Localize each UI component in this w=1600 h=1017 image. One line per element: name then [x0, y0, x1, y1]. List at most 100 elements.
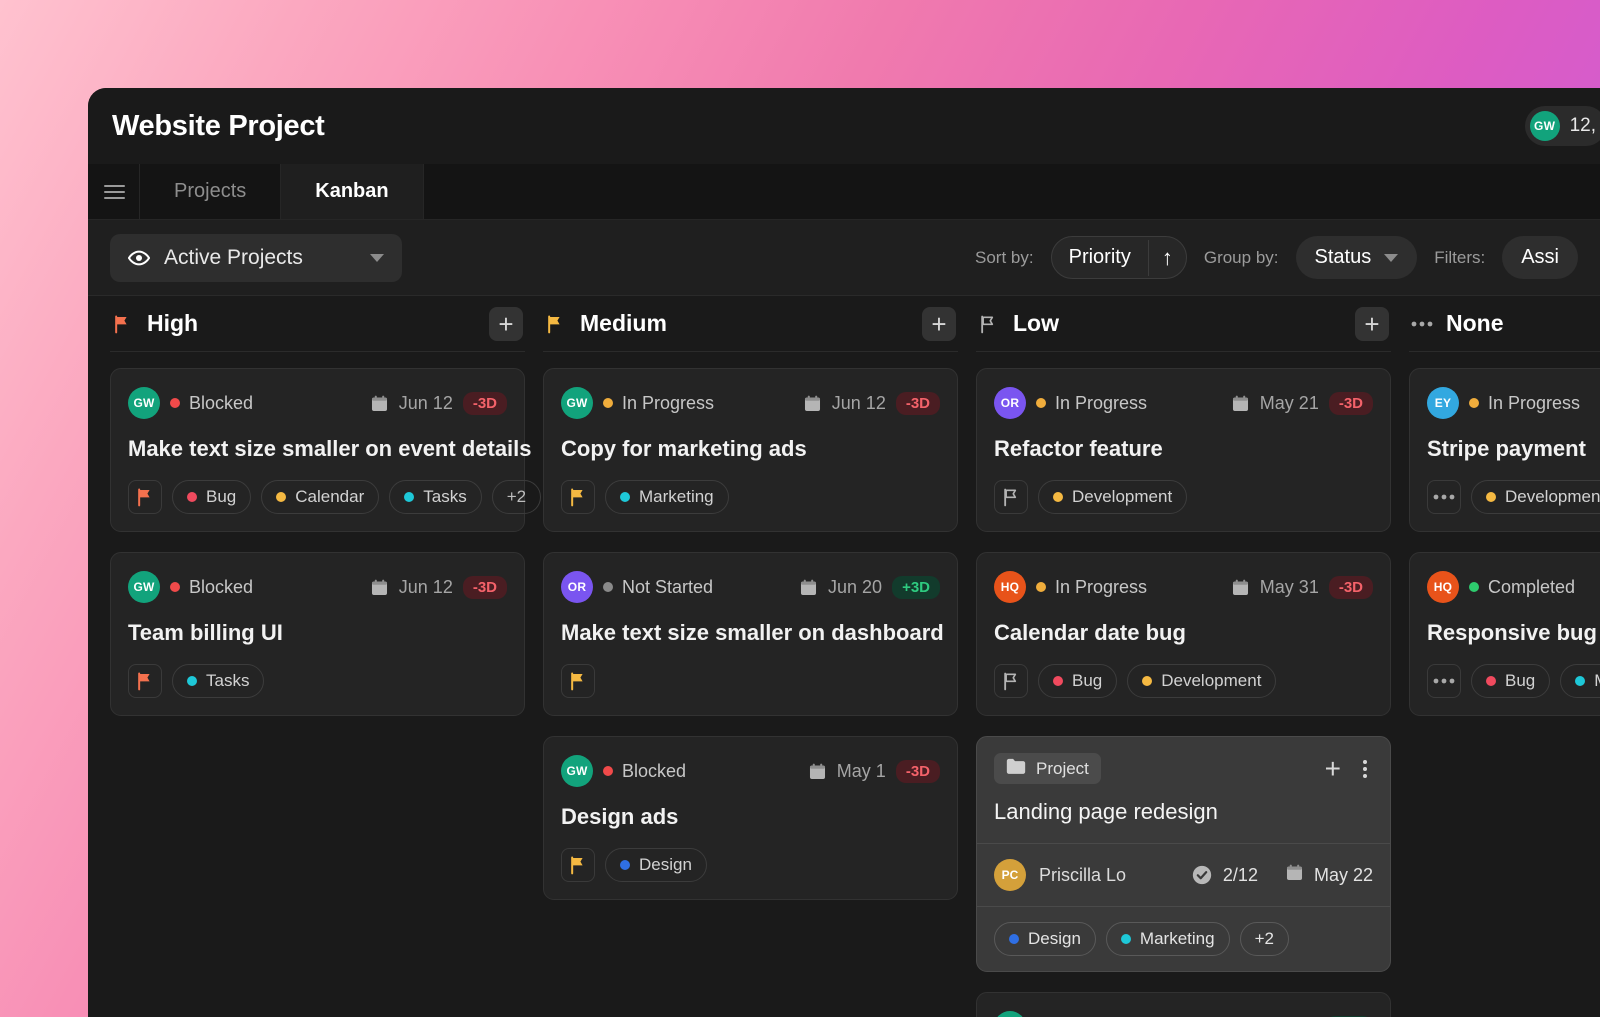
tag-overflow[interactable]: +2 [492, 480, 541, 514]
card-header: ORNot StartedJun 20+3D [561, 571, 940, 603]
add-task-button[interactable]: + [1325, 755, 1341, 783]
priority-icon[interactable] [1427, 480, 1461, 514]
task-card[interactable]: HQCompletedResponsive bugBugM [1409, 552, 1600, 716]
due-delta-badge: -3D [896, 392, 940, 415]
tag-label: Development [1161, 671, 1261, 691]
tag-color-dot [1575, 676, 1585, 686]
eye-icon [128, 247, 150, 269]
calendar-icon [1231, 578, 1250, 597]
task-title: Team billing UI [128, 620, 507, 646]
tag[interactable]: Calendar [261, 480, 379, 514]
tag[interactable]: Tasks [172, 664, 264, 698]
status-color-dot [603, 398, 613, 408]
tag-color-dot [1009, 934, 1019, 944]
priority-icon[interactable] [128, 664, 162, 698]
add-card-button[interactable]: + [489, 307, 523, 341]
due-delta-badge: -3D [1329, 392, 1373, 415]
task-card[interactable]: GWIn ProgressJul 1+3DOnboarding Flow UI [976, 992, 1391, 1017]
avatar: GW [994, 1011, 1026, 1017]
menu-icon[interactable] [88, 164, 140, 219]
group-by-label: Group by: [1204, 248, 1279, 268]
tag-color-dot [1486, 492, 1496, 502]
tag[interactable]: Bug [172, 480, 251, 514]
task-title: Design ads [561, 804, 940, 830]
tab-projects[interactable]: Projects [139, 164, 281, 219]
priority-icon[interactable] [128, 480, 162, 514]
tag[interactable]: Development [1127, 664, 1276, 698]
filters-dropdown[interactable]: Assi [1502, 236, 1578, 279]
priority-icon[interactable] [561, 848, 595, 882]
user-count-label: 12, [1570, 115, 1596, 137]
tag[interactable]: Development [1471, 480, 1600, 514]
status-label: In Progress [622, 393, 714, 414]
column-header: Low+ [976, 296, 1391, 352]
task-card[interactable]: GWIn ProgressJun 12-3DCopy for marketing… [543, 368, 958, 532]
tag-label: Design [1028, 929, 1081, 949]
add-card-button[interactable]: + [1355, 307, 1389, 341]
more-options-icon[interactable] [1357, 758, 1373, 780]
tag[interactable]: Development [1038, 480, 1187, 514]
tag-color-dot [1121, 934, 1131, 944]
due-date-label: Jun 12 [399, 577, 453, 598]
tag-row: Design [561, 848, 940, 882]
project-meta: PCPriscilla Lo2/12May 22 [977, 844, 1390, 907]
kanban-board: High+GWBlockedJun 12-3DMake text size sm… [88, 296, 1600, 1017]
sort-direction-icon[interactable]: ↑ [1148, 240, 1186, 276]
user-badge[interactable]: GW 12, [1525, 106, 1600, 146]
tag[interactable]: Bug [1038, 664, 1117, 698]
priority-icon[interactable] [994, 664, 1028, 698]
card-header: GWBlockedJun 12-3D [128, 387, 507, 419]
tag[interactable]: Bug [1471, 664, 1550, 698]
task-card[interactable]: EYIn ProgressStripe paymentDevelopment [1409, 368, 1600, 532]
tag-overflow[interactable]: +2 [1240, 922, 1289, 956]
tag-color-dot [404, 492, 414, 502]
status-color-dot [1469, 398, 1479, 408]
tag-label: Bug [1072, 671, 1102, 691]
tag[interactable]: Marketing [605, 480, 729, 514]
view-filter-label: Active Projects [164, 246, 356, 270]
status-color-dot [1036, 582, 1046, 592]
status-color-dot [603, 582, 613, 592]
priority-icon[interactable] [994, 480, 1028, 514]
sort-dropdown[interactable]: Priority ↑ [1051, 236, 1187, 279]
priority-icon[interactable] [1427, 664, 1461, 698]
status-label: Blocked [189, 393, 253, 414]
tag[interactable]: Tasks [389, 480, 481, 514]
tag[interactable]: Design [605, 848, 707, 882]
task-card[interactable]: HQIn ProgressMay 31-3DCalendar date bugB… [976, 552, 1391, 716]
task-card[interactable]: ORIn ProgressMay 21-3DRefactor featureDe… [976, 368, 1391, 532]
due-date-label: May 22 [1314, 865, 1373, 886]
tag[interactable]: M [1560, 664, 1600, 698]
status-badge: In Progress [1036, 577, 1147, 598]
owner-name: Priscilla Lo [1039, 865, 1126, 886]
task-progress: 2/12 [1191, 864, 1258, 886]
project-chip-label: Project [1036, 759, 1089, 779]
view-filter-dropdown[interactable]: Active Projects [110, 234, 402, 282]
add-card-button[interactable]: + [922, 307, 956, 341]
avatar: HQ [1427, 571, 1459, 603]
task-card[interactable]: GWBlockedMay 1-3DDesign adsDesign [543, 736, 958, 900]
tag-label: Marketing [639, 487, 714, 507]
due-date: May 31-3D [1231, 576, 1373, 599]
avatar: OR [561, 571, 593, 603]
tag-color-dot [1142, 676, 1152, 686]
task-title: Make text size smaller on event details [128, 436, 507, 462]
task-card[interactable]: GWBlockedJun 12-3D Make text size smaller… [110, 368, 525, 532]
due-date: May 21-3D [1231, 392, 1373, 415]
priority-icon[interactable] [561, 480, 595, 514]
task-card[interactable]: GWBlockedJun 12-3DTeam billing UITasks [110, 552, 525, 716]
task-card[interactable]: ORNot StartedJun 20+3DMake text size sma… [543, 552, 958, 716]
card-header: GWBlockedJun 12-3D [128, 571, 507, 603]
tag-label: M [1594, 671, 1600, 691]
tab-kanban[interactable]: Kanban [280, 164, 423, 219]
priority-icon[interactable] [561, 664, 595, 698]
tag[interactable]: Design [994, 922, 1096, 956]
task-progress-label: 2/12 [1223, 865, 1258, 886]
tag[interactable]: Marketing [1106, 922, 1230, 956]
toolbar-controls: Sort by: Priority ↑ Group by: Status Fil… [975, 236, 1578, 279]
chevron-down-icon [370, 254, 384, 262]
tag-row: Tasks [128, 664, 507, 698]
status-label: Blocked [189, 577, 253, 598]
project-card[interactable]: Project+Landing page redesignPCPriscilla… [976, 736, 1391, 972]
group-dropdown[interactable]: Status [1296, 236, 1418, 279]
